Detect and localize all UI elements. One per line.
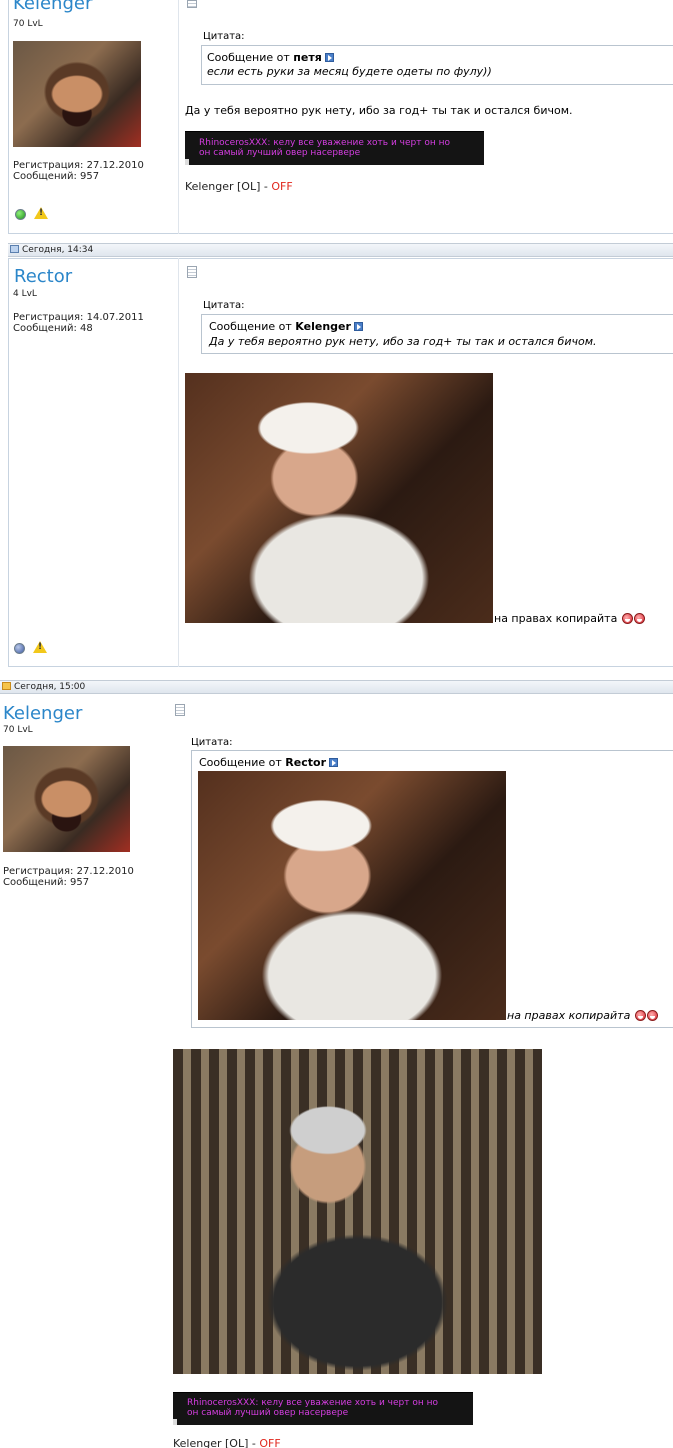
quoted-chef-image[interactable] (198, 771, 506, 1020)
quote-label: Цитата: (203, 31, 245, 42)
view-post-icon[interactable] (329, 758, 338, 767)
server-status: Kelenger [OL] - OFF (173, 1437, 281, 1448)
signature-line-1: RhinocerosXXX: келу все уважение хоть и … (199, 138, 450, 148)
post-icon (187, 0, 197, 8)
post-1-message-text: Да у тебя вероятно рук нету, ибо за год+… (185, 104, 573, 117)
quote-header: Сообщение от петя (207, 51, 334, 65)
post-1-user-level: 70 LvL (13, 19, 43, 29)
quote-text: Да у тебя вероятно рук нету, ибо за год+… (209, 335, 597, 348)
quote-header: Сообщение от Rector (199, 756, 338, 770)
post-1-avatar[interactable] (13, 41, 141, 147)
post-3-registration: Регистрация: 27.12.2010 (3, 866, 134, 877)
signature-line-1: RhinocerosXXX: келу все уважение хоть и … (187, 1398, 438, 1408)
quote-prefix: Сообщение от (199, 756, 282, 769)
post-3-date-bar: Сегодня, 15:00 (0, 680, 673, 694)
quote-prefix: Сообщение от (209, 320, 292, 333)
caption-text: на правах копирайта (494, 612, 618, 625)
post-1-username[interactable]: Kelenger (13, 0, 92, 14)
post-3-user-level: 70 LvL (3, 725, 33, 735)
report-warning-icon[interactable] (33, 641, 47, 653)
post-1-message-count: Сообщений: 957 (13, 171, 100, 182)
quote-prefix: Сообщение от (207, 51, 290, 64)
post-2-user-level: 4 LvL (13, 289, 37, 299)
post-2-username[interactable]: Rector (14, 267, 72, 287)
server-status-name: Kelenger [OL] - (173, 1437, 256, 1448)
online-status-icon (15, 209, 26, 220)
post-icon (175, 704, 185, 716)
post-2-caption: на правах копирайта (494, 612, 645, 625)
quote-header: Сообщение от Kelenger (209, 320, 363, 334)
quote-label: Цитата: (203, 300, 245, 311)
chef-laughing-image[interactable] (185, 373, 493, 623)
laughing-smiley-icon (633, 613, 645, 624)
post-3-username[interactable]: Kelenger (3, 704, 82, 724)
report-warning-icon[interactable] (34, 207, 48, 219)
quote-label: Цитата: (191, 737, 233, 748)
server-status-value: OFF (259, 1437, 281, 1448)
post-date-icon (10, 245, 19, 253)
offline-status-icon (14, 643, 25, 654)
post-icon (187, 266, 197, 278)
post-2-message-count: Сообщений: 48 (13, 323, 93, 334)
post-date-new-icon (2, 682, 11, 690)
view-post-icon[interactable] (324, 53, 334, 62)
server-status-name: Kelenger [OL] - (185, 180, 268, 193)
quoted-caption-text: на правах копирайта (507, 1009, 631, 1022)
quoted-caption: на правах копирайта (507, 1009, 658, 1022)
man-pointing-image[interactable] (173, 1049, 542, 1374)
server-status-value: OFF (271, 180, 293, 193)
laughing-smiley-icon (634, 1010, 646, 1021)
laughing-smiley-icon (646, 1010, 658, 1021)
quote-author[interactable]: Rector (285, 756, 326, 769)
signature-line-2: он самый лучший овер насервере (187, 1408, 349, 1418)
signature-line-2: он самый лучший овер насервере (199, 148, 361, 158)
quote-text: если есть руки за месяц будете одеты по … (207, 65, 492, 78)
laughing-smiley-icon (621, 613, 633, 624)
quote-author[interactable]: петя (293, 51, 322, 64)
quote-author[interactable]: Kelenger (295, 320, 351, 333)
signature-banner: RhinocerosXXX: келу все уважение хоть и … (185, 128, 484, 165)
view-post-icon[interactable] (353, 322, 363, 331)
post-2-date: Сегодня, 14:34 (22, 245, 94, 255)
post-3-avatar[interactable] (3, 746, 130, 852)
server-status: Kelenger [OL] - OFF (185, 180, 293, 193)
post-2-registration: Регистрация: 14.07.2011 (13, 312, 144, 323)
post-1-registration: Регистрация: 27.12.2010 (13, 160, 144, 171)
post-3-message-count: Сообщений: 957 (3, 877, 90, 888)
signature-banner: RhinocerosXXX: келу все уважение хоть и … (173, 1389, 473, 1425)
post-2-date-bar: Сегодня, 14:34 (8, 243, 673, 257)
post-3-date: Сегодня, 15:00 (14, 682, 86, 692)
